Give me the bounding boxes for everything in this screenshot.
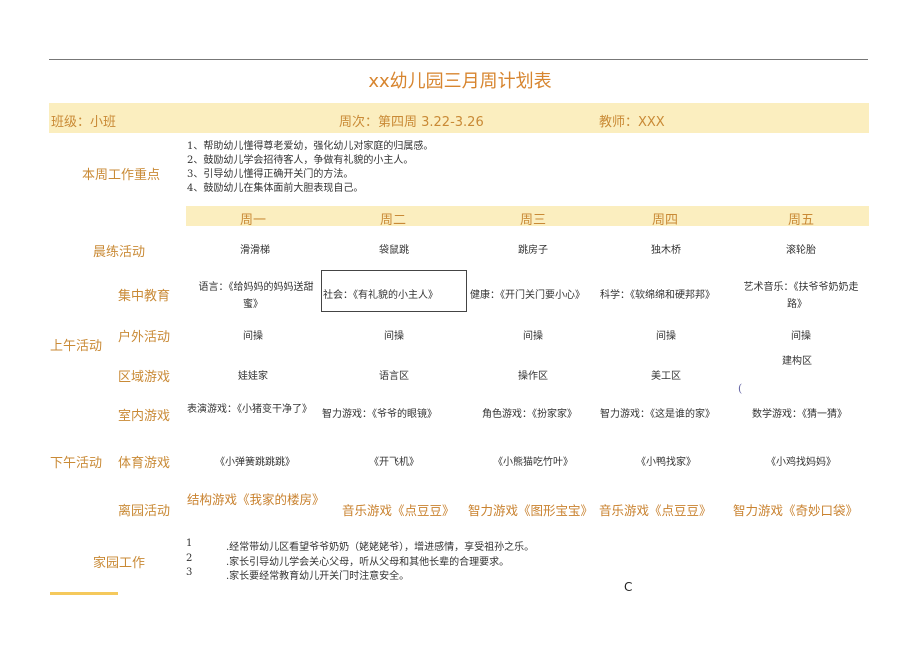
home-label: 家园工作 <box>93 556 146 571</box>
day-header: 周三 <box>519 213 547 228</box>
day-header: 周五 <box>787 213 815 228</box>
home-item-num: 1 <box>186 538 193 549</box>
cell: 科学：《软绵绵和硬邦邦》 <box>600 290 715 301</box>
cell: 音乐游戏《点豆豆》 <box>599 503 712 518</box>
week-label: 周次：第四周 3.22-3.26 <box>339 115 484 130</box>
cell: 《小熊猫吃竹叶》 <box>493 457 573 468</box>
focus-item: 4、鼓励幼儿在集体面前大胆表现自己。 <box>187 183 364 194</box>
day-header: 周一 <box>239 213 267 228</box>
cell: 袋鼠跳 <box>379 245 409 256</box>
cell: 间操 <box>523 331 543 342</box>
day-header: 周四 <box>651 213 679 228</box>
teacher-label: 教师：XXX <box>599 115 665 130</box>
cell: 艺术音乐：《扶爷爷奶奶走 <box>743 282 859 293</box>
page-title: xx幼儿园三月周计划表 <box>368 71 552 92</box>
class-label: 班级：小班 <box>51 115 117 130</box>
days-header: 周一 周二 周三 周四 周五 <box>186 206 869 228</box>
cell: 角色游戏：《扮家家》 <box>482 409 577 420</box>
cell: 滚轮胎 <box>786 245 816 256</box>
cell: 路》 <box>787 299 807 310</box>
cell: 结构游戏《我家的楼房》 <box>187 492 325 507</box>
cell: 建构区 <box>782 356 812 367</box>
row-label-leaving: 离园活动 <box>118 504 171 519</box>
header-band: 班级：小班 周次：第四周 3.22-3.26 教师：XXX <box>49 103 869 133</box>
cell: 间操 <box>656 331 676 342</box>
cell: 独木桥 <box>651 245 681 256</box>
cell: 语言区 <box>379 371 409 382</box>
cell: 间操 <box>791 331 811 342</box>
cell: 间操 <box>384 331 404 342</box>
cell: 操作区 <box>518 371 548 382</box>
cell: 美工区 <box>651 371 681 382</box>
cell: 娃娃家 <box>238 371 268 382</box>
cell: 《小鸡找妈妈》 <box>766 457 836 468</box>
focus-label: 本周工作重点 <box>82 168 161 183</box>
bottom-accent-bar <box>50 592 118 595</box>
row-label-group-teaching: 集中教育 <box>118 289 171 304</box>
section-label-afternoon: 下午活动 <box>50 456 103 471</box>
cell: 《小弹簧跳跳跳》 <box>215 457 295 468</box>
home-item-text: .家长要经常教育幼儿开关门时注意安全。 <box>226 571 410 582</box>
cell: 音乐游戏《点豆豆》 <box>342 503 455 518</box>
row-label-indoor-games: 室内游戏 <box>118 409 171 424</box>
cell: 社会：《有礼貌的小主人》 <box>323 290 438 301</box>
cell: 《开飞机》 <box>369 457 419 468</box>
cell: 跳房子 <box>518 245 548 256</box>
top-rule <box>49 59 868 60</box>
section-label-morning: 上午活动 <box>50 339 103 354</box>
cell: 蜜》 <box>243 299 263 310</box>
home-item-num: 3 <box>186 567 193 578</box>
cell: 《小鸭找家》 <box>636 457 696 468</box>
home-item-text: .家长引导幼儿学会关心父母，听从父母和其他长辈的合理要求。 <box>226 557 510 568</box>
cell: 智力游戏：《这是谁的家》 <box>600 409 715 420</box>
cell: 健康：《开门关门要小心》 <box>470 290 585 301</box>
cell: 智力游戏《图形宝宝》 <box>468 503 594 518</box>
row-label-area-games: 区域游戏 <box>118 370 171 385</box>
focus-item: 3、引导幼儿懂得正确开关门的方法。 <box>187 169 354 180</box>
focus-item: 2、鼓励幼儿学会招待客人，争做有礼貌的小主人。 <box>187 155 414 166</box>
stray-mark: C <box>624 580 633 594</box>
cell: 滑滑梯 <box>240 245 270 256</box>
cell: 智力游戏《奇妙口袋》 <box>733 503 859 518</box>
home-item-text: .经常带幼儿区看望爷爷奶奶（姥姥姥爷），增进感情，享受祖孙之乐。 <box>226 542 535 553</box>
row-label-outdoor: 户外活动 <box>118 330 171 345</box>
cell: 表演游戏：《小猪变干净了》 <box>187 404 312 415</box>
row-label-morning-exercise: 晨练活动 <box>93 245 146 260</box>
row-label-pe-games: 体育游戏 <box>118 456 171 471</box>
cell: 语言：《给妈妈的妈妈送甜 <box>198 282 314 293</box>
focus-item: 1、帮助幼儿懂得尊老爱幼，强化幼儿对家庭的归属感。 <box>187 141 434 152</box>
day-header: 周二 <box>379 213 407 228</box>
home-item-num: 2 <box>186 553 193 564</box>
cell: 数学游戏：《猜一猜》 <box>752 409 847 420</box>
stray-mark: ( <box>738 382 743 395</box>
cell: 智力游戏：《爷爷的眼镜》 <box>322 409 437 420</box>
cell: 间操 <box>243 331 263 342</box>
